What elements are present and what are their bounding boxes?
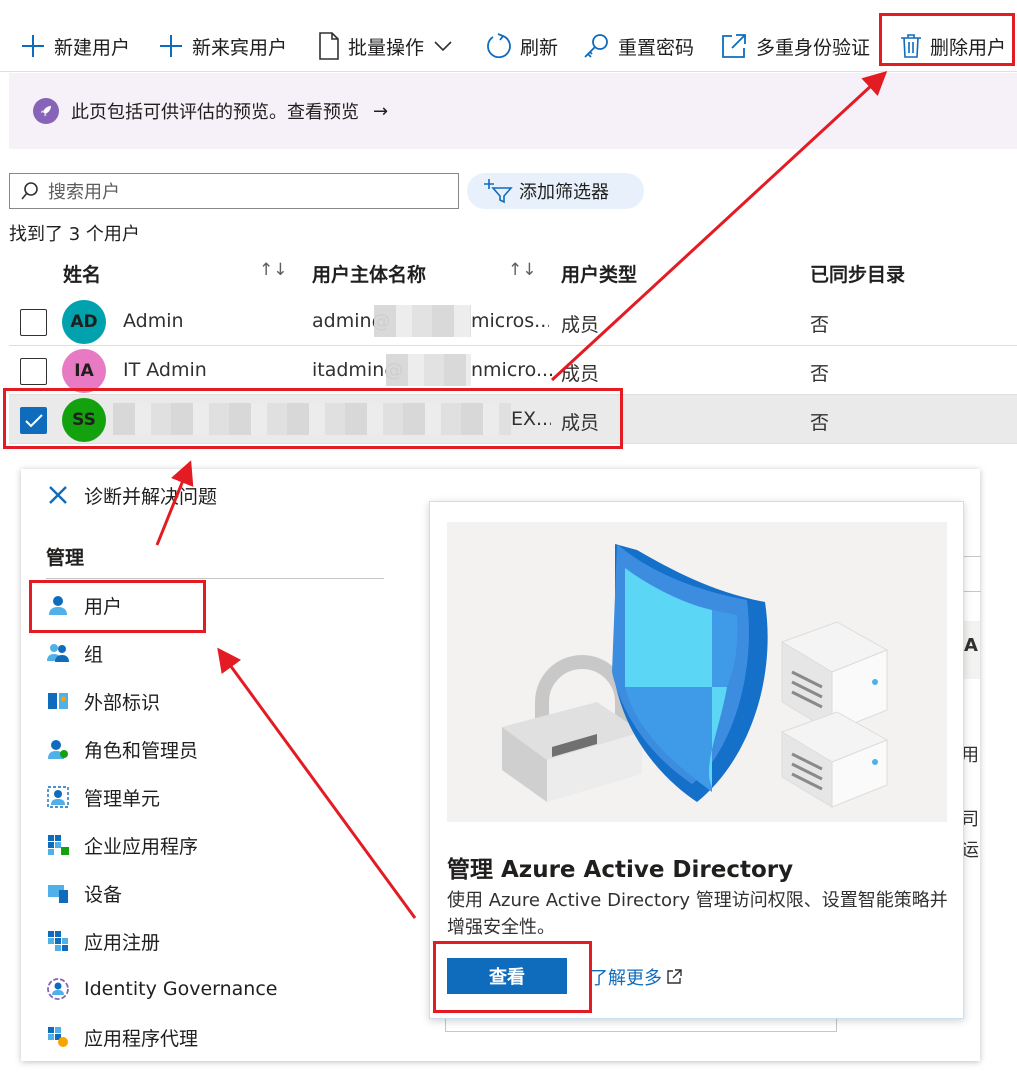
learn-more-link[interactable]: 了解更多 <box>590 964 682 990</box>
preview-banner[interactable]: 此页包括可供评估的预览。查看预览 → <box>9 73 1017 149</box>
nav-item-app-proxy[interactable]: 应用程序代理 <box>46 1020 198 1054</box>
command-bar: 新建用户 新来宾用户 批量操作 刷新 重置密码 多重身份验证 删除用户 <box>0 0 1017 72</box>
reset-password-label: 重置密码 <box>618 36 695 59</box>
nav-section-heading: 管理 <box>46 547 85 569</box>
new-user-label: 新建用户 <box>54 36 131 59</box>
refresh-button[interactable]: 刷新 <box>484 30 558 62</box>
result-count: 找到了 3 个用户 <box>9 224 140 245</box>
nav-item-label: Identity Governance <box>84 978 278 1000</box>
mfa-label: 多重身份验证 <box>756 36 871 59</box>
refresh-icon <box>487 33 511 59</box>
learn-more-label: 了解更多 <box>590 968 662 989</box>
add-filter-icon <box>484 179 513 204</box>
row-checkbox[interactable] <box>20 309 47 336</box>
bulk-operations-label: 批量操作 <box>348 36 425 59</box>
background-panel-edge <box>445 1017 837 1032</box>
nav-item-admin-units[interactable]: 管理单元 <box>46 780 160 814</box>
group-icon <box>46 641 70 665</box>
add-filter-button[interactable]: 添加筛选器 <box>467 173 644 209</box>
dir-synced: 否 <box>810 314 830 336</box>
nav-item-label: 管理单元 <box>84 787 161 810</box>
search-icon <box>21 182 38 200</box>
plus-icon <box>160 35 182 57</box>
column-header-user-type[interactable]: 用户类型 <box>561 260 637 287</box>
nav-item-label: 组 <box>84 643 104 666</box>
annotation-box <box>29 580 206 633</box>
external-link-icon <box>667 969 682 984</box>
column-header-dir-synced[interactable]: 已同步目录 <box>810 260 905 287</box>
row-checkbox[interactable] <box>20 358 47 385</box>
nav-item-groups[interactable]: 组 <box>46 636 103 670</box>
nav-item-label: 应用注册 <box>84 931 161 954</box>
chevron-down-icon <box>434 41 452 52</box>
nav-item-label: 外部标识 <box>84 691 161 714</box>
avatar: AD <box>62 300 106 344</box>
background-text: A <box>964 635 978 656</box>
column-header-name[interactable]: 姓名 <box>63 260 101 287</box>
nav-item-external-identities[interactable]: 外部标识 <box>46 684 160 718</box>
nav-item-label: 设备 <box>84 883 123 906</box>
new-guest-button[interactable]: 新来宾用户 <box>158 30 287 62</box>
nav-item-identity-governance[interactable]: Identity Governance <box>46 972 277 1006</box>
app-registration-icon <box>46 929 70 953</box>
new-guest-label: 新来宾用户 <box>192 36 288 59</box>
security-illustration <box>447 522 947 822</box>
preview-banner-text: 此页包括可供评估的预览。查看预览 <box>71 102 359 123</box>
wrench-icon <box>46 483 70 507</box>
nav-item-app-registrations[interactable]: 应用注册 <box>46 924 160 958</box>
external-link-icon <box>722 34 746 58</box>
refresh-label: 刷新 <box>520 36 559 59</box>
card-description: 使用 Azure Active Directory 管理访问权限、设置智能策略并… <box>447 890 948 938</box>
roles-icon <box>46 737 70 761</box>
nav-item-label: 应用程序代理 <box>84 1027 199 1050</box>
divider <box>46 578 384 579</box>
enterprise-apps-icon <box>46 833 70 857</box>
nav-item-enterprise-apps[interactable]: 企业应用程序 <box>46 828 198 862</box>
nav-item-roles-admins[interactable]: 角色和管理员 <box>46 732 198 766</box>
user-name[interactable]: Admin <box>123 310 184 332</box>
reset-password-button[interactable]: 重置密码 <box>582 30 694 62</box>
dir-synced: 否 <box>810 363 830 385</box>
nav-item-label: 诊断并解决问题 <box>84 485 218 508</box>
external-identity-icon <box>46 689 70 713</box>
redacted-blur <box>386 354 471 386</box>
bulk-operations-dropdown[interactable]: 批量操作 <box>318 30 452 62</box>
column-header-upn[interactable]: 用户主体名称 <box>312 260 426 287</box>
user-type: 成员 <box>561 363 600 385</box>
users-table-header: 姓名 ↑↓ 用户主体名称 ↑↓ 用户类型 已同步目录 <box>9 252 1017 292</box>
nav-item-diagnose[interactable]: 诊断并解决问题 <box>46 478 217 512</box>
document-icon <box>319 32 339 60</box>
identity-governance-icon <box>46 977 70 1001</box>
redacted-blur <box>374 305 471 337</box>
user-upn-domain: micros... <box>471 310 549 332</box>
user-type: 成员 <box>561 314 600 336</box>
avatar: IA <box>62 349 106 393</box>
user-upn-domain: nmicro... <box>471 359 553 381</box>
dir-synced: 否 <box>810 412 830 434</box>
new-user-button[interactable]: 新建用户 <box>20 30 130 62</box>
mfa-button[interactable]: 多重身份验证 <box>720 30 870 62</box>
admin-unit-icon <box>46 785 70 809</box>
arrow-right-icon: → <box>373 100 389 122</box>
table-row[interactable]: AD Admin admin@ micros... 成员 否 <box>9 297 1017 346</box>
annotation-box <box>433 941 592 1013</box>
key-icon <box>584 34 608 58</box>
card-title: 管理 Azure Active Directory <box>447 857 794 883</box>
annotation-box <box>879 13 1015 66</box>
nav-item-devices[interactable]: 设备 <box>46 876 122 910</box>
search-users-input[interactable]: 搜索用户 <box>9 173 459 209</box>
sort-icon[interactable]: ↑↓ <box>508 260 537 280</box>
annotation-box <box>3 388 623 449</box>
nav-item-label: 角色和管理员 <box>84 739 199 762</box>
app-proxy-icon <box>46 1025 70 1049</box>
user-name[interactable]: IT Admin <box>123 359 207 381</box>
plus-icon <box>22 35 44 57</box>
add-filter-label: 添加筛选器 <box>519 182 609 203</box>
device-icon <box>46 881 70 905</box>
rocket-icon <box>33 98 59 124</box>
nav-item-label: 企业应用程序 <box>84 835 199 858</box>
search-placeholder: 搜索用户 <box>48 182 120 203</box>
sort-icon[interactable]: ↑↓ <box>259 260 288 280</box>
